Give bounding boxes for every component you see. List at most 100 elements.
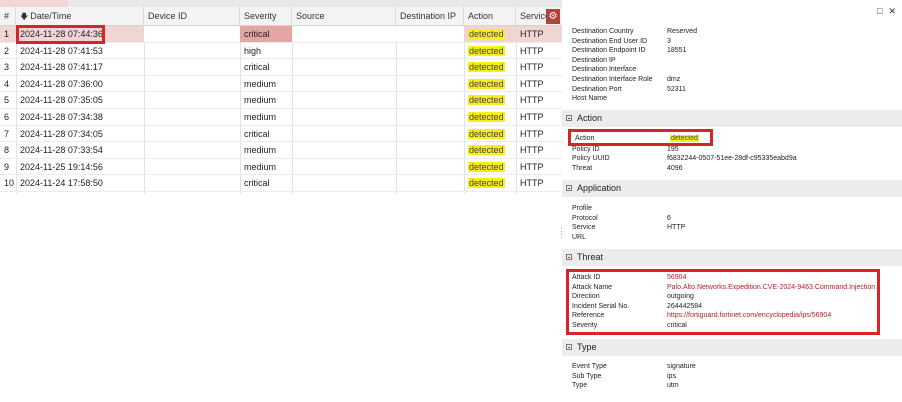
col-header-destination-ip[interactable]: Destination IP <box>396 7 464 26</box>
cell-index: 8 <box>4 145 10 156</box>
col-header-datetime[interactable]: 🡇 Date/Time <box>16 7 144 26</box>
cell-source <box>292 76 396 92</box>
col-header-source[interactable]: Source <box>292 7 396 26</box>
cell-destination-ip <box>396 92 464 108</box>
table-row[interactable]: 5 2024-11-28 07:35:05 medium detected HTTP <box>0 92 562 109</box>
pane-controls: □ ✕ <box>871 6 896 17</box>
detected-badge: detected <box>468 95 505 106</box>
detected-badge: detected <box>468 178 505 189</box>
kv-key: Protocol <box>572 214 598 222</box>
cell-source <box>292 92 396 108</box>
cell-action: detected <box>464 109 516 125</box>
kv-row: Sub Type ips <box>572 372 892 381</box>
detected-badge: detected <box>670 135 699 142</box>
cell-severity: critical <box>244 62 270 73</box>
cell-datetime: 2024-11-28 07:41:53 <box>20 45 103 56</box>
cell-service: HTTP <box>520 45 544 56</box>
cell-service: HTTP <box>520 29 544 39</box>
gear-icon[interactable]: ⚙ <box>546 9 560 24</box>
col-header-service[interactable]: Service <box>516 7 546 26</box>
cell-device-id <box>144 159 240 175</box>
kv-key: Service <box>572 224 596 232</box>
cell-destination-ip <box>396 159 464 175</box>
col-header-device-id[interactable]: Device ID <box>144 7 240 26</box>
cell-destination-ip <box>396 126 464 142</box>
table-row[interactable]: 10 2024-11-24 17:58:50 critical detected HTT… <box>0 175 562 192</box>
col-header-datetime-label: Date/Time <box>30 11 72 21</box>
cell-severity: medium <box>244 112 277 122</box>
table-row[interactable]: 7 2024-11-28 07:34:05 critical detected HTTP <box>0 126 562 143</box>
section-header-application[interactable]: Application <box>562 180 902 197</box>
table-row[interactable]: 3 2024-11-28 07:41:17 critical detected HTTP <box>0 59 562 76</box>
close-icon[interactable]: ✕ <box>888 6 896 16</box>
cell-destination-ip <box>396 109 464 125</box>
kv-row: Destination Country Reserved <box>572 27 892 36</box>
kv-key: Destination Country <box>572 28 634 35</box>
cell-index: 9 <box>4 161 10 172</box>
col-header-index[interactable]: # <box>0 7 16 26</box>
kv-value: 52311 <box>667 85 686 93</box>
kv-value: HTTP <box>667 224 686 232</box>
kv-key: Destination Interface <box>572 66 637 74</box>
kv-row: Profile <box>572 204 892 213</box>
cell-service: HTTP <box>520 112 544 122</box>
log-details-pane: □ ✕ Destination Country Reserved Destinatio… <box>562 0 902 402</box>
kv-value: ips <box>667 372 676 380</box>
cell-index: 7 <box>4 128 10 139</box>
cell-service: HTTP <box>520 145 544 156</box>
section-header-threat[interactable]: Threat <box>562 249 902 266</box>
detected-badge: detected <box>468 45 505 56</box>
collapse-icon[interactable] <box>566 344 572 350</box>
cell-source <box>292 175 396 191</box>
cell-source <box>292 159 396 175</box>
cell-device-id <box>144 126 240 142</box>
table-row[interactable]: 8 2024-11-28 07:33:54 medium detected HTTP <box>0 142 562 159</box>
table-header: # 🡇 Date/Time Device ID Severity Source D… <box>0 7 562 26</box>
detected-badge: detected <box>468 62 505 73</box>
cell-source <box>292 59 396 75</box>
collapse-icon[interactable] <box>566 185 572 191</box>
section-title: Action <box>577 113 603 123</box>
cell-index: 10 <box>4 178 15 189</box>
kv-row: Service HTTP <box>572 223 892 232</box>
kv-row: Destination End User ID 3 <box>572 37 892 46</box>
cell-device-id <box>144 59 240 75</box>
cell-source <box>292 26 396 42</box>
table-row[interactable]: 2 2024-11-28 07:41:53 high detected HTTP <box>0 43 562 60</box>
detected-badge: detected <box>468 112 505 122</box>
table-row[interactable]: 6 2024-11-28 07:34:38 medium detected HTTP <box>0 109 562 126</box>
cell-severity: medium <box>244 95 277 106</box>
kv-row: Threat 4096 <box>572 164 892 173</box>
table-row[interactable]: 4 2024-11-28 07:36:00 medium detected HTTP <box>0 76 562 93</box>
kv-key: Destination Interface Role <box>572 76 653 83</box>
cell-destination-ip <box>396 59 464 75</box>
cell-service: HTTP <box>520 95 544 106</box>
kv-value: 18551 <box>667 47 687 55</box>
kv-row: Type utm <box>572 381 892 390</box>
top-strip-tab <box>0 0 68 7</box>
col-header-action[interactable]: Action <box>464 7 516 26</box>
cell-device-id <box>144 175 240 191</box>
col-header-severity[interactable]: Severity <box>240 7 292 26</box>
cell-action: detected <box>464 26 516 42</box>
cell-index: 5 <box>4 95 10 106</box>
section-header-action[interactable]: Action <box>562 110 902 127</box>
cell-source <box>292 126 396 142</box>
collapse-icon[interactable] <box>566 115 572 121</box>
table-row[interactable]: 9 2024-11-25 19:14:56 medium detected HTTP <box>0 159 562 176</box>
section-header-type[interactable]: Type <box>562 339 902 356</box>
cell-index: 4 <box>4 78 10 89</box>
cell-destination-ip <box>396 43 464 59</box>
cell-severity: medium <box>244 78 277 89</box>
kv-key: Destination Endpoint ID <box>572 47 646 55</box>
kv-row: Destination Interface Role dmz <box>572 75 892 84</box>
cell-action: detected <box>464 159 516 175</box>
cell-index: 2 <box>4 45 10 56</box>
kv-key: Host Name <box>572 95 608 103</box>
cell-index: 3 <box>4 62 10 73</box>
restore-window-icon[interactable]: □ <box>877 6 882 16</box>
cell-datetime: 2024-11-28 07:34:38 <box>20 112 103 122</box>
cell-index: 1 <box>4 29 10 39</box>
collapse-icon[interactable] <box>566 254 572 260</box>
cell-source <box>292 109 396 125</box>
